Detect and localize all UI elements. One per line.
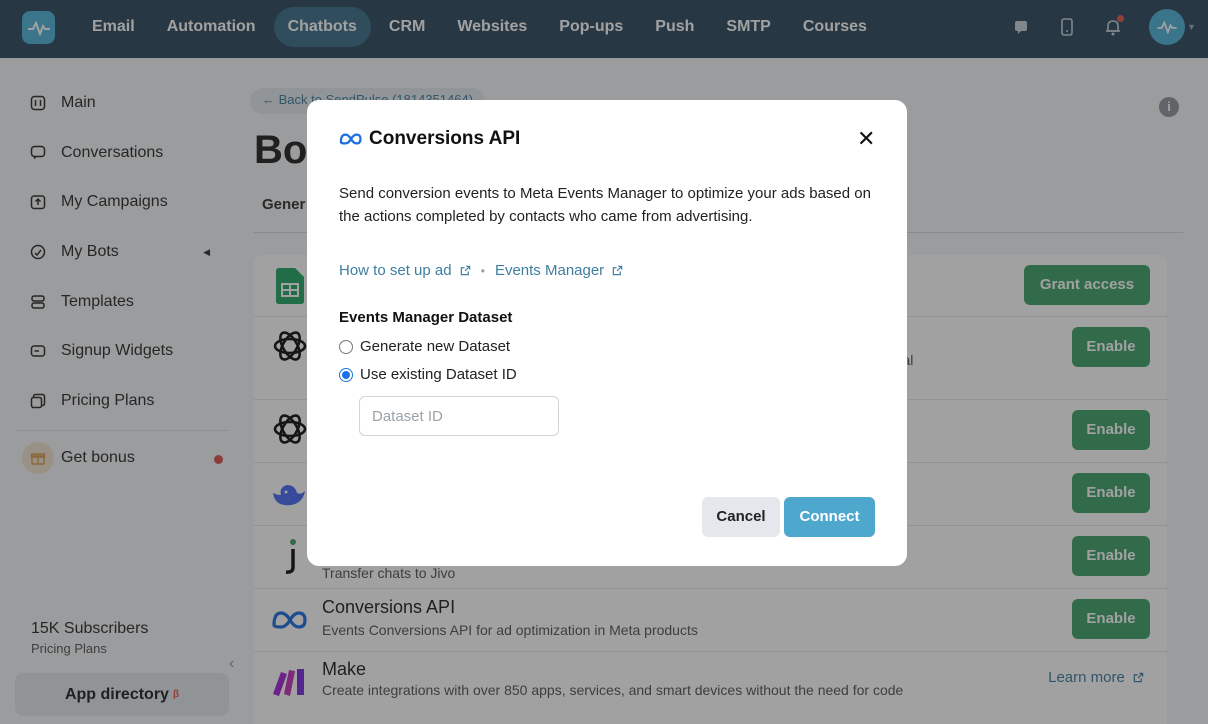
dialog-title-text: Conversions API: [369, 128, 521, 149]
external-link-icon: [460, 265, 470, 276]
connect-button[interactable]: Connect: [784, 497, 875, 537]
radio-generate[interactable]: [339, 339, 353, 354]
option-generate-dataset[interactable]: Generate new Dataset: [339, 338, 510, 355]
meta-icon: [339, 132, 363, 146]
cancel-button[interactable]: Cancel: [702, 497, 780, 537]
dialog-links: How to set up ad • Events Manager: [339, 262, 623, 279]
dataset-section-label: Events Manager Dataset: [339, 309, 513, 326]
option-existing-dataset[interactable]: Use existing Dataset ID: [339, 366, 517, 383]
setup-guide-label: How to set up ad: [339, 262, 452, 279]
option-label: Use existing Dataset ID: [360, 366, 517, 383]
option-label: Generate new Dataset: [360, 338, 511, 355]
events-manager-link[interactable]: Events Manager: [495, 262, 623, 279]
setup-guide-link[interactable]: How to set up ad: [339, 262, 471, 279]
radio-existing[interactable]: [339, 367, 353, 382]
separator-dot: •: [480, 263, 485, 278]
external-link-icon: [613, 265, 623, 276]
close-icon[interactable]: ✕: [857, 126, 875, 152]
conversions-api-dialog: Conversions API ✕ Send conversion events…: [307, 100, 907, 566]
dialog-title: Conversions API: [339, 128, 520, 150]
dataset-id-input[interactable]: [359, 396, 559, 436]
dialog-description: Send conversion events to Meta Events Ma…: [339, 185, 871, 225]
events-manager-label: Events Manager: [494, 262, 605, 279]
